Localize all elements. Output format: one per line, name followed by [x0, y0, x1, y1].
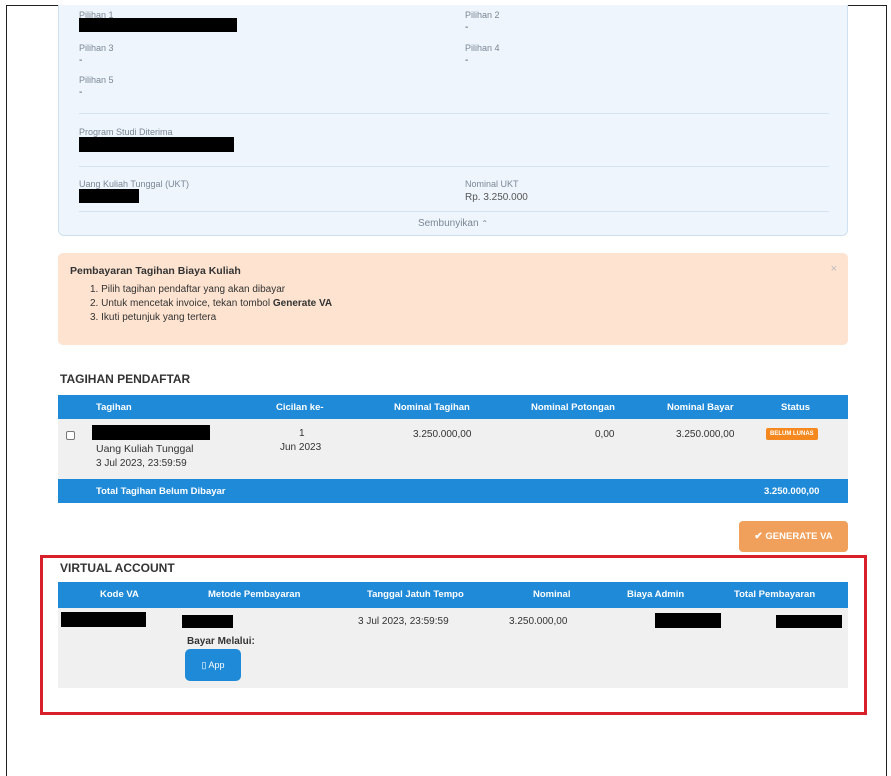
alert-title: Pembayaran Tagihan Biaya Kuliah [70, 265, 241, 277]
tagihan-table-header: Tagihan Cicilan ke- Nominal Tagihan Nomi… [58, 395, 848, 419]
va-row: 3 Jul 2023, 23:59:59 3.250.000,00 Bayar … [58, 608, 848, 688]
instruction-step-2-emphasis: Generate VA [272, 298, 333, 309]
col-header-nominal-tagihan: Nominal Tagihan [394, 402, 470, 413]
ukt-label: Uang Kuliah Tunggal (UKT) [79, 179, 190, 189]
col-header-tagihan: Tagihan [96, 402, 132, 413]
redacted-kode-va [61, 612, 146, 627]
tagihan-date: 3 Jul 2023, 23:59:59 [96, 458, 187, 469]
status-badge: BELUM LUNAS [766, 428, 818, 440]
instruction-step-2: 2. Untuk mencetak invoice, tekan tombol … [90, 297, 332, 311]
pilihan4-label: Pilihan 4 [465, 43, 500, 53]
total-unpaid-label: Total Tagihan Belum Dibayar [96, 486, 226, 497]
pilihan2-label: Pilihan 2 [465, 10, 500, 20]
instruction-step-1: 1. Pilih tagihan pendaftar yang akan dib… [90, 284, 286, 295]
nominal-ukt-label: Nominal UKT [465, 179, 519, 189]
nominal-tagihan-value: 3.250.000,00 [413, 429, 472, 440]
app-label: App [208, 660, 225, 670]
close-icon[interactable]: × [831, 263, 837, 275]
divider [79, 113, 829, 114]
col-header-nominal-potongan: Nominal Potongan [531, 402, 615, 413]
instruction-step-2-text: 2. Untuk mencetak invoice, tekan tombol [90, 298, 273, 309]
pilihan5-label: Pilihan 5 [79, 75, 114, 85]
nominal-bayar-value: 3.250.000,00 [676, 429, 735, 440]
hide-details-toggle[interactable]: Sembunyikan ⌃ [59, 218, 847, 229]
pay-via-app-button[interactable]: ▯ App [185, 649, 241, 681]
redacted-ukt-value [79, 189, 139, 203]
col-header-jatuh-tempo: Tanggal Jatuh Tempo [367, 589, 464, 600]
va-nominal: 3.250.000,00 [509, 616, 568, 627]
redacted-tagihan-code [92, 425, 210, 440]
va-due-date: 3 Jul 2023, 23:59:59 [358, 616, 449, 627]
nominal-ukt-value: Rp. 3.250.000 [465, 192, 528, 203]
tagihan-table-footer: Total Tagihan Belum Dibayar 3.250.000,00 [58, 479, 848, 503]
instruction-step-3: 3. Ikuti petunjuk yang tertera [90, 312, 217, 323]
col-header-biaya-admin: Biaya Admin [627, 589, 685, 600]
applicant-info-card: Pilihan 1 Pilihan 2 - Pilihan 3 - Piliha… [58, 5, 848, 236]
va-table-header: Kode VA Metode Pembayaran Tanggal Jatuh … [58, 582, 848, 608]
prodi-label: Program Studi Diterima [79, 127, 173, 137]
check-icon: ✔ [754, 531, 763, 542]
redacted-pilihan1-value [79, 18, 237, 32]
payment-instructions-alert: Pembayaran Tagihan Biaya Kuliah × 1. Pil… [58, 253, 848, 345]
select-tagihan-checkbox[interactable] [66, 431, 75, 440]
cicilan-number: 1 [299, 428, 305, 439]
pilihan3-value: - [79, 55, 83, 66]
generate-va-label: GENERATE VA [765, 531, 833, 542]
app-icon: ▯ [201, 660, 207, 670]
redacted-total-pembayaran [776, 615, 842, 628]
pilihan3-label: Pilihan 3 [79, 43, 114, 53]
va-section-title: VIRTUAL ACCOUNT [60, 561, 175, 575]
col-header-metode: Metode Pembayaran [208, 589, 301, 600]
pilihan4-value: - [465, 55, 469, 66]
instruction-list: 1. Pilih tagihan pendaftar yang akan dib… [90, 283, 332, 325]
col-header-total: Total Pembayaran [734, 589, 816, 600]
pilihan2-value: - [465, 22, 469, 33]
col-header-nominal: Nominal [533, 589, 571, 600]
divider [79, 211, 829, 212]
total-unpaid-value: 3.250.000,00 [764, 486, 820, 497]
bayar-melalui-label: Bayar Melalui: [187, 636, 255, 647]
tagihan-section-title: TAGIHAN PENDAFTAR [60, 372, 191, 386]
generate-va-button[interactable]: ✔ GENERATE VA [739, 521, 848, 552]
hide-toggle-label: Sembunyikan [417, 218, 479, 229]
redacted-biaya-admin [655, 613, 721, 628]
tagihan-row: Uang Kuliah Tunggal 3 Jul 2023, 23:59:59… [58, 419, 848, 479]
cicilan-month: Jun 2023 [280, 442, 322, 453]
redacted-metode [182, 615, 233, 628]
col-header-nominal-bayar: Nominal Bayar [667, 402, 734, 413]
col-header-cicilan: Cicilan ke- [276, 402, 324, 413]
divider [79, 166, 829, 167]
redacted-prodi-value [79, 137, 234, 152]
pilihan5-value: - [79, 87, 83, 98]
chevron-up-icon: ⌃ [481, 219, 489, 228]
col-header-status: Status [781, 402, 811, 413]
tagihan-name: Uang Kuliah Tunggal [96, 443, 194, 455]
col-header-kode-va: Kode VA [100, 589, 139, 600]
nominal-potongan-value: 0,00 [595, 429, 615, 440]
